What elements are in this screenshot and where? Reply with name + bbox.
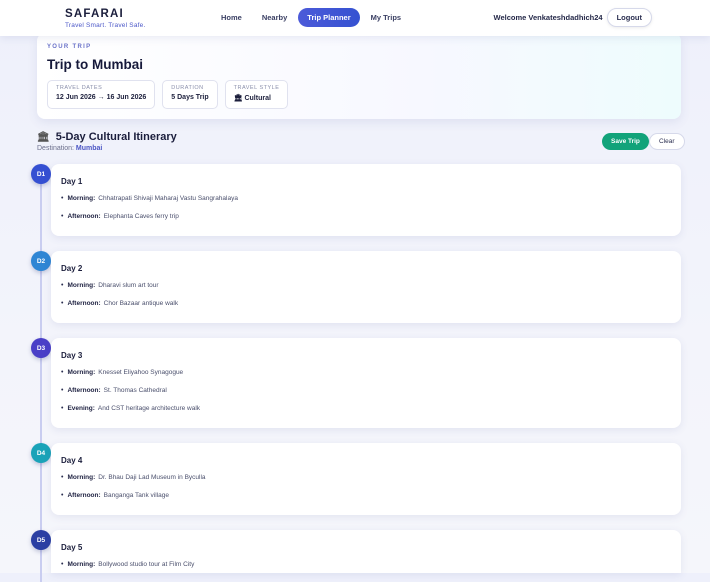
- brand-name: SAFARAI: [65, 8, 124, 20]
- activity-period: Afternoon:: [67, 213, 101, 220]
- museum-icon: 🏛: [37, 131, 50, 143]
- day-badge: D1: [31, 164, 51, 184]
- activity-text: Chhatrapati Shivaji Maharaj Vastu Sangra…: [98, 195, 238, 202]
- nav-home[interactable]: Home: [212, 8, 251, 27]
- save-trip-button[interactable]: Save Trip: [602, 133, 649, 150]
- activity-item: • Afternoon: Banganga Tank village: [61, 492, 169, 499]
- chip-label: DURATION: [171, 85, 204, 91]
- clear-button[interactable]: Clear: [649, 133, 685, 150]
- bullet-icon: •: [61, 492, 64, 499]
- day-title: Day 4: [61, 456, 83, 465]
- activity-item: • Afternoon: Chor Bazaar antique walk: [61, 300, 178, 307]
- nav-trip-planner[interactable]: Trip Planner: [298, 8, 360, 27]
- day-card: Day 2 • Morning: Dharavi slum art tour •…: [51, 251, 681, 323]
- bullet-icon: •: [61, 213, 64, 220]
- day-title: Day 1: [61, 177, 83, 186]
- travel-dates-chip: TRAVEL DATES 12 Jun 2026 → 16 Jun 2026: [47, 80, 156, 109]
- top-navbar: SAFARAI Travel Smart. Travel Safe. Home …: [0, 0, 710, 36]
- travel-style-chip: TRAVEL STYLE 🏛 Cultural: [224, 80, 289, 109]
- logout-button[interactable]: Logout: [606, 8, 652, 27]
- timeline-line: [40, 182, 42, 582]
- bullet-icon: •: [61, 405, 64, 412]
- activity-item: • Afternoon: Elephanta Caves ferry trip: [61, 213, 179, 220]
- brand-logo[interactable]: SAFARAI Travel Smart. Travel Safe.: [65, 8, 145, 29]
- activity-item: • Morning: Chhatrapati Shivaji Maharaj V…: [61, 195, 238, 202]
- destination-line: Destination: Mumbai: [37, 145, 177, 152]
- activity-period: Morning:: [67, 561, 96, 568]
- bullet-icon: •: [61, 300, 64, 307]
- day-title: Day 5: [61, 543, 83, 552]
- duration-chip: DURATION 5 Days Trip: [162, 80, 218, 109]
- bullet-icon: •: [61, 474, 64, 481]
- trip-eyebrow: YOUR TRIP: [47, 44, 92, 50]
- itinerary-title-row: 🏛 5-Day Cultural Itinerary: [37, 131, 177, 143]
- activity-item: • Morning: Bollywood studio tour at Film…: [61, 561, 194, 568]
- trip-chips: TRAVEL DATES 12 Jun 2026 → 16 Jun 2026 D…: [47, 80, 295, 109]
- day-badge: D2: [31, 251, 51, 271]
- activity-text: Bollywood studio tour at Film City: [98, 561, 195, 568]
- activity-text: Dharavi slum art tour: [98, 282, 159, 289]
- activity-item: • Morning: Dharavi slum art tour: [61, 282, 159, 289]
- activity-period: Morning:: [67, 474, 96, 481]
- itinerary-title: 5-Day Cultural Itinerary: [55, 131, 177, 143]
- main-nav: Home Nearby Trip Planner My Trips: [212, 8, 412, 27]
- chip-label: TRAVEL DATES: [56, 85, 103, 91]
- nav-nearby[interactable]: Nearby: [253, 8, 296, 27]
- day-card: Day 4 • Morning: Dr. Bhau Daji Lad Museu…: [51, 443, 681, 515]
- activity-period: Afternoon:: [67, 300, 101, 307]
- bullet-icon: •: [61, 387, 64, 394]
- user-area: Welcome Venkateshdadhich24 Logout: [494, 8, 652, 27]
- bullet-icon: •: [61, 369, 64, 376]
- trip-title: Trip to Mumbai: [47, 57, 143, 72]
- activity-text: Dr. Bhau Daji Lad Museum in Byculla: [98, 474, 206, 481]
- activity-period: Afternoon:: [67, 387, 101, 394]
- day-card: Day 5 • Morning: Bollywood studio tour a…: [51, 530, 681, 573]
- bullet-icon: •: [61, 195, 64, 202]
- brand-tagline: Travel Smart. Travel Safe.: [65, 22, 146, 29]
- chip-value: 12 Jun 2026 → 16 Jun 2026: [56, 94, 147, 101]
- activity-text: St. Thomas Cathedral: [103, 387, 167, 394]
- activity-text: Banganga Tank village: [103, 492, 169, 499]
- day-badge: D3: [31, 338, 51, 358]
- activity-period: Morning:: [67, 282, 96, 289]
- trip-summary-card: YOUR TRIP Trip to Mumbai TRAVEL DATES 12…: [37, 33, 681, 119]
- day-card: Day 1 • Morning: Chhatrapati Shivaji Mah…: [51, 164, 681, 236]
- day-title: Day 2: [61, 264, 83, 273]
- activity-text: Elephanta Caves ferry trip: [103, 213, 179, 220]
- destination-value: Mumbai: [75, 145, 103, 152]
- bullet-icon: •: [61, 561, 64, 568]
- destination-label: Destination:: [37, 145, 74, 152]
- day-title: Day 3: [61, 351, 83, 360]
- chip-label: TRAVEL STYLE: [233, 85, 280, 91]
- activity-period: Morning:: [67, 195, 96, 202]
- activity-period: Evening:: [67, 405, 95, 412]
- day-badge: D5: [31, 530, 51, 550]
- welcome-text: Welcome Venkateshdadhich24: [493, 13, 603, 22]
- activity-period: Morning:: [67, 369, 96, 376]
- activity-text: Chor Bazaar antique walk: [103, 300, 179, 307]
- activity-text: Knesset Eliyahoo Synagogue: [98, 369, 184, 376]
- activity-item: • Morning: Dr. Bhau Daji Lad Museum in B…: [61, 474, 206, 481]
- activity-text: And CST heritage architecture walk: [97, 405, 201, 412]
- activity-item: • Afternoon: St. Thomas Cathedral: [61, 387, 167, 394]
- day-badge: D4: [31, 443, 51, 463]
- day-card: Day 3 • Morning: Knesset Eliyahoo Synago…: [51, 338, 681, 428]
- bullet-icon: •: [61, 282, 64, 289]
- activity-item: • Morning: Knesset Eliyahoo Synagogue: [61, 369, 183, 376]
- nav-my-trips[interactable]: My Trips: [362, 8, 410, 27]
- chip-value: 🏛 Cultural: [233, 95, 271, 102]
- activity-item: • Evening: And CST heritage architecture…: [61, 405, 200, 412]
- chip-value: 5 Days Trip: [171, 94, 209, 101]
- activity-period: Afternoon:: [67, 492, 101, 499]
- itinerary-header: 🏛 5-Day Cultural Itinerary Destination: …: [37, 131, 177, 152]
